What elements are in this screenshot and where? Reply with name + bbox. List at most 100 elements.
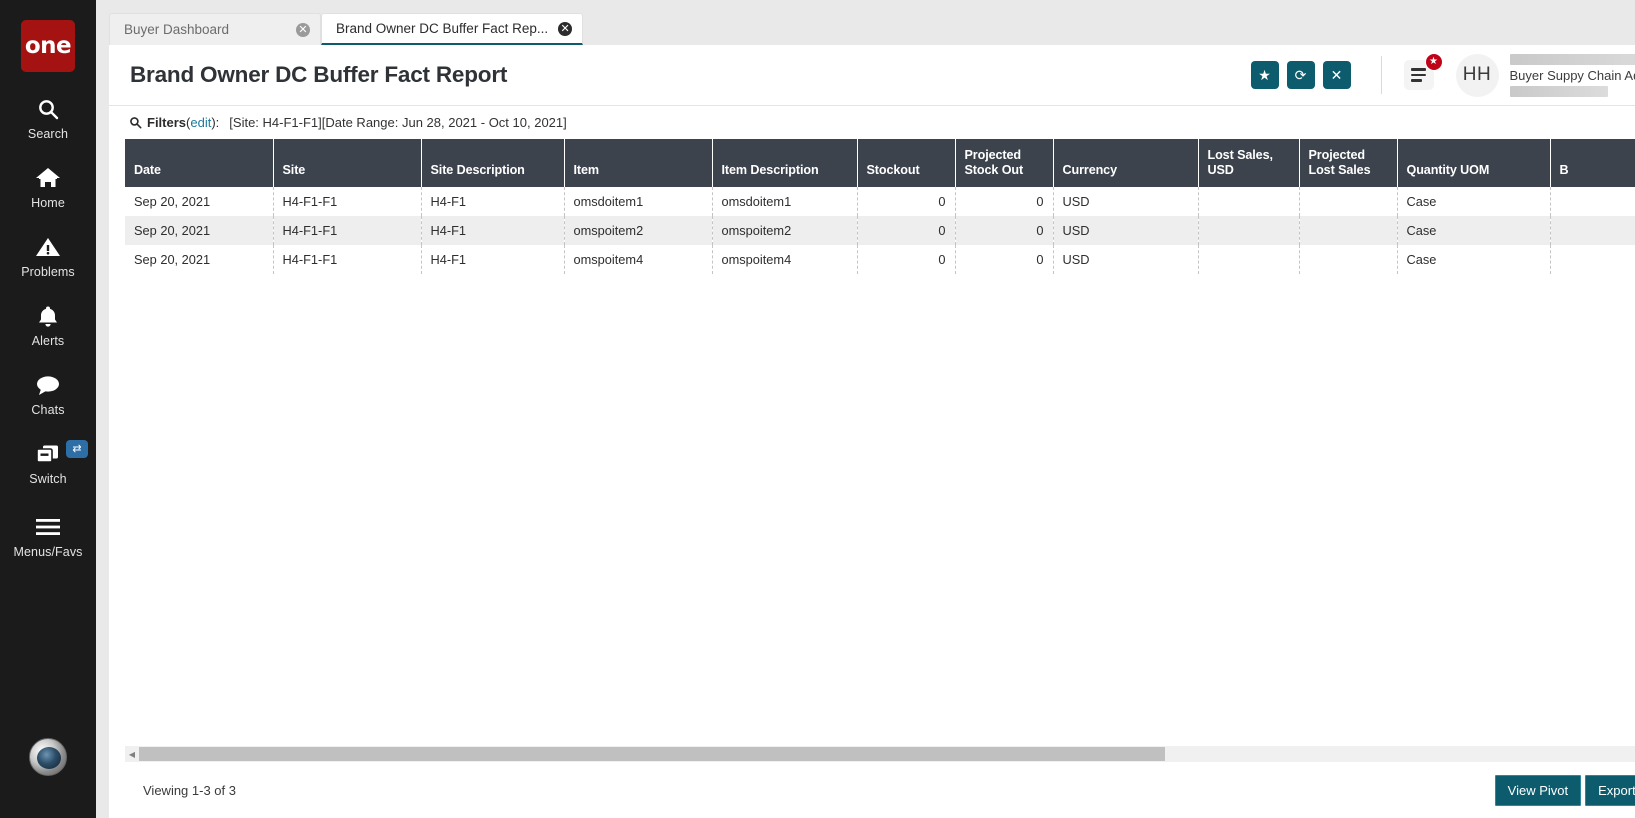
table-row[interactable]: Sep 20, 2021 H4-F1-F1 H4-F1 omsdoitem1 o… [125,187,1635,216]
avatar-orb-inner [37,747,61,769]
close-icon: ✕ [1331,68,1343,82]
column-header-item[interactable]: Item [564,139,712,187]
search-icon [31,94,65,124]
sidebar-item-label: Chats [31,403,64,417]
cell-site: H4-F1-F1 [273,216,421,245]
sidebar-item-label: Menus/Favs [13,545,82,559]
column-header-site-description[interactable]: Site Description [421,139,564,187]
cell-date: Sep 20, 2021 [125,216,273,245]
cell-date: Sep 20, 2021 [125,187,273,216]
column-header-date[interactable]: Date [125,139,273,187]
tab-brand-owner-dc-buffer-fact-report[interactable]: Brand Owner DC Buffer Fact Rep... ✕ [321,13,583,45]
sidebar-item-label: Problems [21,265,75,279]
cell-item: omspoitem2 [564,216,712,245]
export-to-csv-button[interactable]: Export to CSV [1585,775,1635,806]
tab-label: Brand Owner DC Buffer Fact Rep... [336,21,548,36]
cell-quantity-uom: Case [1397,245,1550,274]
cell-currency: USD [1053,216,1198,245]
favorite-button[interactable]: ★ [1251,61,1279,89]
app-menu-button[interactable]: ★ [1404,60,1434,90]
cell-item: omspoitem4 [564,245,712,274]
user-info: Buyer Suppy Chain Admin [1510,54,1635,97]
column-header-quantity-uom[interactable]: Quantity UOM [1397,139,1550,187]
cell-date: Sep 20, 2021 [125,245,273,274]
cell-quantity-uom: Case [1397,216,1550,245]
chat-icon [31,370,65,400]
sidebar-item-label: Search [28,127,68,141]
table-row[interactable]: Sep 20, 2021 H4-F1-F1 H4-F1 omspoitem4 o… [125,245,1635,274]
redacted-bar-bottom [1510,86,1608,97]
left-sidebar: one Search Home [0,0,96,818]
cell-item-description: omspoitem2 [712,216,857,245]
sidebar-item-search[interactable]: Search [0,94,96,141]
viewing-count: Viewing 1-3 of 3 [143,783,236,798]
column-header-site[interactable]: Site [273,139,421,187]
table-body: Sep 20, 2021 H4-F1-F1 H4-F1 omsdoitem1 o… [125,187,1635,274]
tab-label: Buyer Dashboard [124,22,286,37]
sidebar-item-switch[interactable]: ⇄ Switch [0,439,96,486]
refresh-icon: ⟳ [1295,68,1307,82]
cell-projected-lost-sales [1299,187,1397,216]
table-header-row: Date Site Site Description Item Item Des… [125,139,1635,187]
sidebar-item-problems[interactable]: Problems [0,232,96,279]
filters-values: [Site: H4-F1-F1][Date Range: Jun 28, 202… [229,115,566,130]
report-table-container[interactable]: Date Site Site Description Item Item Des… [125,139,1635,742]
report-content: Filters (edit): [Site: H4-F1-F1][Date Ra… [109,106,1635,818]
brand-logo[interactable]: one [21,20,75,72]
avatar[interactable]: HH [1456,54,1499,97]
bell-icon [31,301,65,331]
close-icon[interactable]: ✕ [296,23,310,37]
sidebar-item-label: Alerts [32,334,65,348]
app-root: one Search Home [0,0,1635,818]
brand-logo-text: one [25,33,71,59]
cell-projected-stock-out: 0 [955,216,1053,245]
home-icon [31,163,65,193]
switch-icon [31,439,65,469]
column-header-item-description[interactable]: Item Description [712,139,857,187]
cell-stockout: 0 [857,245,955,274]
cell-lost-sales-usd [1198,245,1299,274]
scrollbar-thumb[interactable] [139,747,1165,761]
cell-truncated [1550,187,1635,216]
cell-currency: USD [1053,245,1198,274]
sidebar-item-alerts[interactable]: Alerts [0,301,96,348]
warning-icon [31,232,65,262]
cell-site-description: H4-F1 [421,245,564,274]
horizontal-scrollbar[interactable]: ◀ ▶ [125,746,1635,762]
filters-label: Filters [147,115,186,130]
cell-site: H4-F1-F1 [273,245,421,274]
view-pivot-button[interactable]: View Pivot [1495,775,1581,806]
header-divider [1381,56,1382,94]
sidebar-item-menus-favs[interactable]: Menus/Favs [0,512,96,559]
switch-badge-icon[interactable]: ⇄ [66,440,88,458]
sidebar-item-home[interactable]: Home [0,163,96,210]
column-header-truncated[interactable]: B [1550,139,1635,187]
sidebar-item-chats[interactable]: Chats [0,370,96,417]
filter-search-icon [129,116,142,129]
cell-truncated [1550,216,1635,245]
column-header-currency[interactable]: Currency [1053,139,1198,187]
refresh-button[interactable]: ⟳ [1287,61,1315,89]
avatar-orb-icon[interactable] [29,738,67,776]
cell-projected-lost-sales [1299,216,1397,245]
tab-buyer-dashboard[interactable]: Buyer Dashboard ✕ [109,13,321,45]
column-header-lost-sales-usd[interactable]: Lost Sales, USD [1198,139,1299,187]
scroll-left-arrow-icon[interactable]: ◀ [125,746,139,762]
column-header-projected-stock-out[interactable]: Projected Stock Out [955,139,1053,187]
cell-site-description: H4-F1 [421,216,564,245]
close-button[interactable]: ✕ [1323,61,1351,89]
column-header-projected-lost-sales[interactable]: Projected Lost Sales [1299,139,1397,187]
sidebar-item-label: Home [31,196,65,210]
scrollbar-track[interactable] [139,747,1635,761]
cell-quantity-uom: Case [1397,187,1550,216]
column-header-stockout[interactable]: Stockout [857,139,955,187]
menu-icon [31,512,65,542]
filters-edit-link[interactable]: edit [190,115,211,130]
cell-item: omsdoitem1 [564,187,712,216]
avatar-initials: HH [1463,64,1491,86]
cell-lost-sales-usd [1198,187,1299,216]
close-icon[interactable]: ✕ [558,22,572,36]
user-role-label: Buyer Suppy Chain Admin [1510,68,1635,83]
cell-currency: USD [1053,187,1198,216]
table-row[interactable]: Sep 20, 2021 H4-F1-F1 H4-F1 omspoitem2 o… [125,216,1635,245]
